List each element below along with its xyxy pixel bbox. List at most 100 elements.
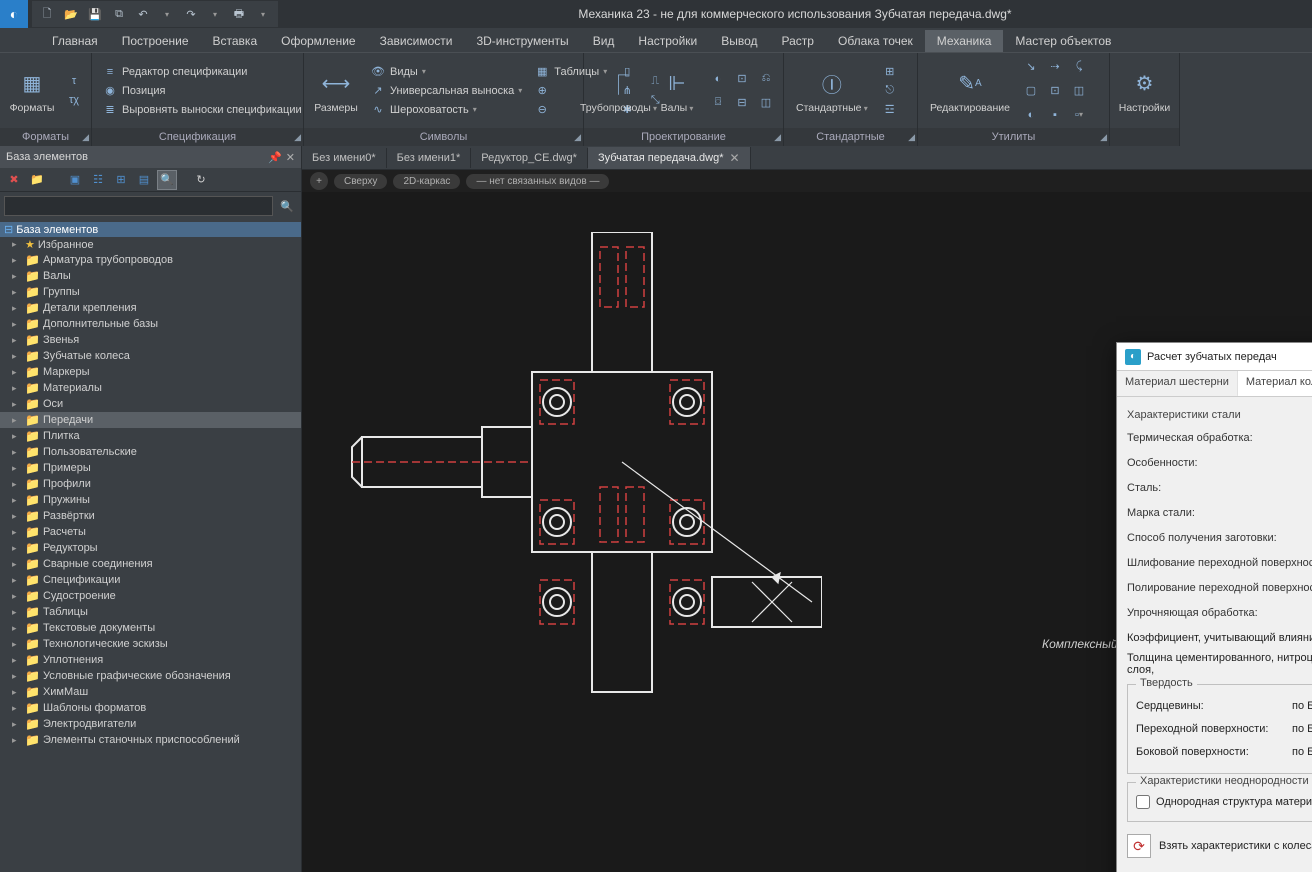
tree-expand-icon[interactable]: ▸ [12, 319, 22, 330]
ribbon-tab-3[interactable]: Оформление [269, 30, 367, 52]
tree-item[interactable]: ▸★Избранное [0, 237, 301, 252]
tree-item[interactable]: ▸📁Валы [0, 268, 301, 284]
tree-expand-icon[interactable]: ▸ [12, 671, 22, 682]
tree-expand-icon[interactable]: ▸ [12, 623, 22, 634]
tree-expand-icon[interactable]: ▸ [12, 431, 22, 442]
tree-expand-icon[interactable]: ▸ [12, 415, 22, 426]
search-input[interactable] [4, 196, 273, 216]
ribbon-tab-10[interactable]: Облака точек [826, 30, 925, 52]
open-file-icon[interactable]: 📂 [60, 3, 82, 25]
util-icon-2[interactable]: ⇢ [1044, 56, 1066, 78]
std-1-icon[interactable]: ⊞ [878, 63, 902, 81]
dialog-tab[interactable]: Материал шестерни [1117, 371, 1238, 397]
tree-expand-icon[interactable]: ▸ [12, 239, 22, 250]
ribbon-tab-6[interactable]: Вид [581, 30, 627, 52]
view-wireframe-pill[interactable]: 2D-каркас [393, 174, 460, 189]
refresh-icon[interactable]: ⟳ [1127, 834, 1151, 858]
document-tab[interactable]: Без имени0* [302, 148, 387, 168]
tree-expand-icon[interactable]: ▸ [12, 255, 22, 266]
std-2-icon[interactable]: ⎋ [878, 82, 902, 100]
view-2-icon[interactable]: ☷ [88, 170, 108, 190]
std-3-icon[interactable]: ☲ [878, 101, 902, 119]
expand-icon[interactable]: ◢ [574, 132, 581, 143]
tree-expand-icon[interactable]: ▸ [12, 383, 22, 394]
copy-from-wheel-label[interactable]: Взять характеристики с колеса [1159, 840, 1312, 852]
tree-expand-icon[interactable]: ▸ [12, 591, 22, 602]
tree-item[interactable]: ▸📁Развёртки [0, 508, 301, 524]
expand-icon[interactable]: ◢ [294, 132, 301, 143]
document-tab[interactable]: Редуктор_CE.dwg* [471, 148, 588, 168]
folder-icon[interactable]: 📁 [27, 170, 47, 190]
dialog-title-bar[interactable]: ◐ Расчет зубчатых передач [1117, 343, 1312, 371]
position-button[interactable]: ◉Позиция [98, 82, 306, 100]
pin-icon[interactable]: 📌 [268, 151, 282, 164]
proj-icon-5[interactable]: ⊟ [731, 92, 753, 114]
ribbon-tab-0[interactable]: Главная [40, 30, 110, 52]
roughness-button[interactable]: ∿Шероховатость [366, 101, 526, 119]
tree-expand-icon[interactable]: ▸ [12, 511, 22, 522]
proj-icon-3[interactable]: ⎌ [755, 68, 777, 90]
tree-expand-icon[interactable]: ▸ [12, 527, 22, 538]
ribbon-tab-4[interactable]: Зависимости [368, 30, 465, 52]
format-tt1-icon[interactable]: τ [62, 72, 86, 90]
tree-expand-icon[interactable]: ▸ [12, 479, 22, 490]
ribbon-tab-9[interactable]: Растр [770, 30, 826, 52]
add-view-icon[interactable]: + [310, 172, 328, 190]
tree-expand-icon[interactable]: ▸ [12, 335, 22, 346]
tree-item[interactable]: ▸📁Условные графические обозначения [0, 668, 301, 684]
tree-expand-icon[interactable]: ▸ [12, 287, 22, 298]
tree-expand-icon[interactable]: ▸ [12, 367, 22, 378]
tree-item[interactable]: ▸📁Уплотнения [0, 652, 301, 668]
format-tt2-icon[interactable]: τχ [62, 91, 86, 109]
formats-button[interactable]: ▦ Форматы [6, 66, 58, 116]
tree-item[interactable]: ▸📁Звенья [0, 332, 301, 348]
redo-dropdown-icon[interactable] [204, 3, 226, 25]
tree-item[interactable]: ▸📁Сварные соединения [0, 556, 301, 572]
tree-expand-icon[interactable]: ▸ [12, 575, 22, 586]
standard-button[interactable]: Ⓘ Стандартные [790, 66, 874, 116]
save-all-icon[interactable]: ⧉ [108, 3, 130, 25]
tree-item[interactable]: ▸📁Расчеты [0, 524, 301, 540]
util-icon-6[interactable]: ◫ [1068, 80, 1090, 102]
editing-button[interactable]: ✎A Редактирование [924, 66, 1016, 116]
document-tab[interactable]: Зубчатая передача.dwg*✕ [588, 147, 751, 169]
tree-expand-icon[interactable]: ▸ [12, 447, 22, 458]
delete-icon[interactable]: ✖ [4, 170, 24, 190]
util-icon-8[interactable]: ▪ [1044, 104, 1066, 126]
view-3-icon[interactable]: ⊞ [111, 170, 131, 190]
tree-expand-icon[interactable]: ▸ [12, 687, 22, 698]
tree-item[interactable]: ▸📁Таблицы [0, 604, 301, 620]
tree-item[interactable]: ▸📁Передачи [0, 412, 301, 428]
ribbon-tab-1[interactable]: Построение [110, 30, 201, 52]
tree-expand-icon[interactable]: ▸ [12, 719, 22, 730]
tree-expand-icon[interactable]: ▸ [12, 607, 22, 618]
tree-expand-icon[interactable]: ▸ [12, 463, 22, 474]
util-icon-3[interactable]: ⤹ [1068, 56, 1090, 78]
undo-icon[interactable]: ↶ [132, 3, 154, 25]
views-button[interactable]: 👁Виды [366, 63, 526, 81]
tree-expand-icon[interactable]: ▸ [12, 399, 22, 410]
view-linked-pill[interactable]: — нет связанных видов — [466, 174, 609, 189]
tree-expand-icon[interactable]: ▸ [12, 351, 22, 362]
tree-item[interactable]: ▸📁Маркеры [0, 364, 301, 380]
document-tab[interactable]: Без имени1* [387, 148, 472, 168]
tree-item[interactable]: ▸📁Зубчатые колеса [0, 348, 301, 364]
view-top-pill[interactable]: Сверху [334, 174, 387, 189]
expand-icon[interactable]: ◢ [82, 132, 89, 143]
ribbon-tab-7[interactable]: Настройки [626, 30, 709, 52]
settings-button[interactable]: ⚙ Настройки [1116, 66, 1173, 116]
proj-icon-1[interactable]: ◐ [707, 68, 729, 90]
tree-expand-icon[interactable]: ▸ [12, 495, 22, 506]
tree-item[interactable]: ▸📁Пружины [0, 492, 301, 508]
new-file-icon[interactable]: 🗋 [36, 3, 58, 25]
tree-expand-icon[interactable]: ▸ [12, 639, 22, 650]
search-icon[interactable]: 🔍 [277, 196, 297, 216]
view-4-icon[interactable]: ▤ [134, 170, 154, 190]
tree-item[interactable]: ▸📁Группы [0, 284, 301, 300]
expand-icon[interactable]: ◢ [774, 132, 781, 143]
ribbon-tab-12[interactable]: Мастер объектов [1003, 30, 1123, 52]
tree-item[interactable]: ▸📁Спецификации [0, 572, 301, 588]
tree-item[interactable]: ▸📁Редукторы [0, 540, 301, 556]
tree-item[interactable]: ▸📁Плитка [0, 428, 301, 444]
save-icon[interactable]: 💾 [84, 3, 106, 25]
